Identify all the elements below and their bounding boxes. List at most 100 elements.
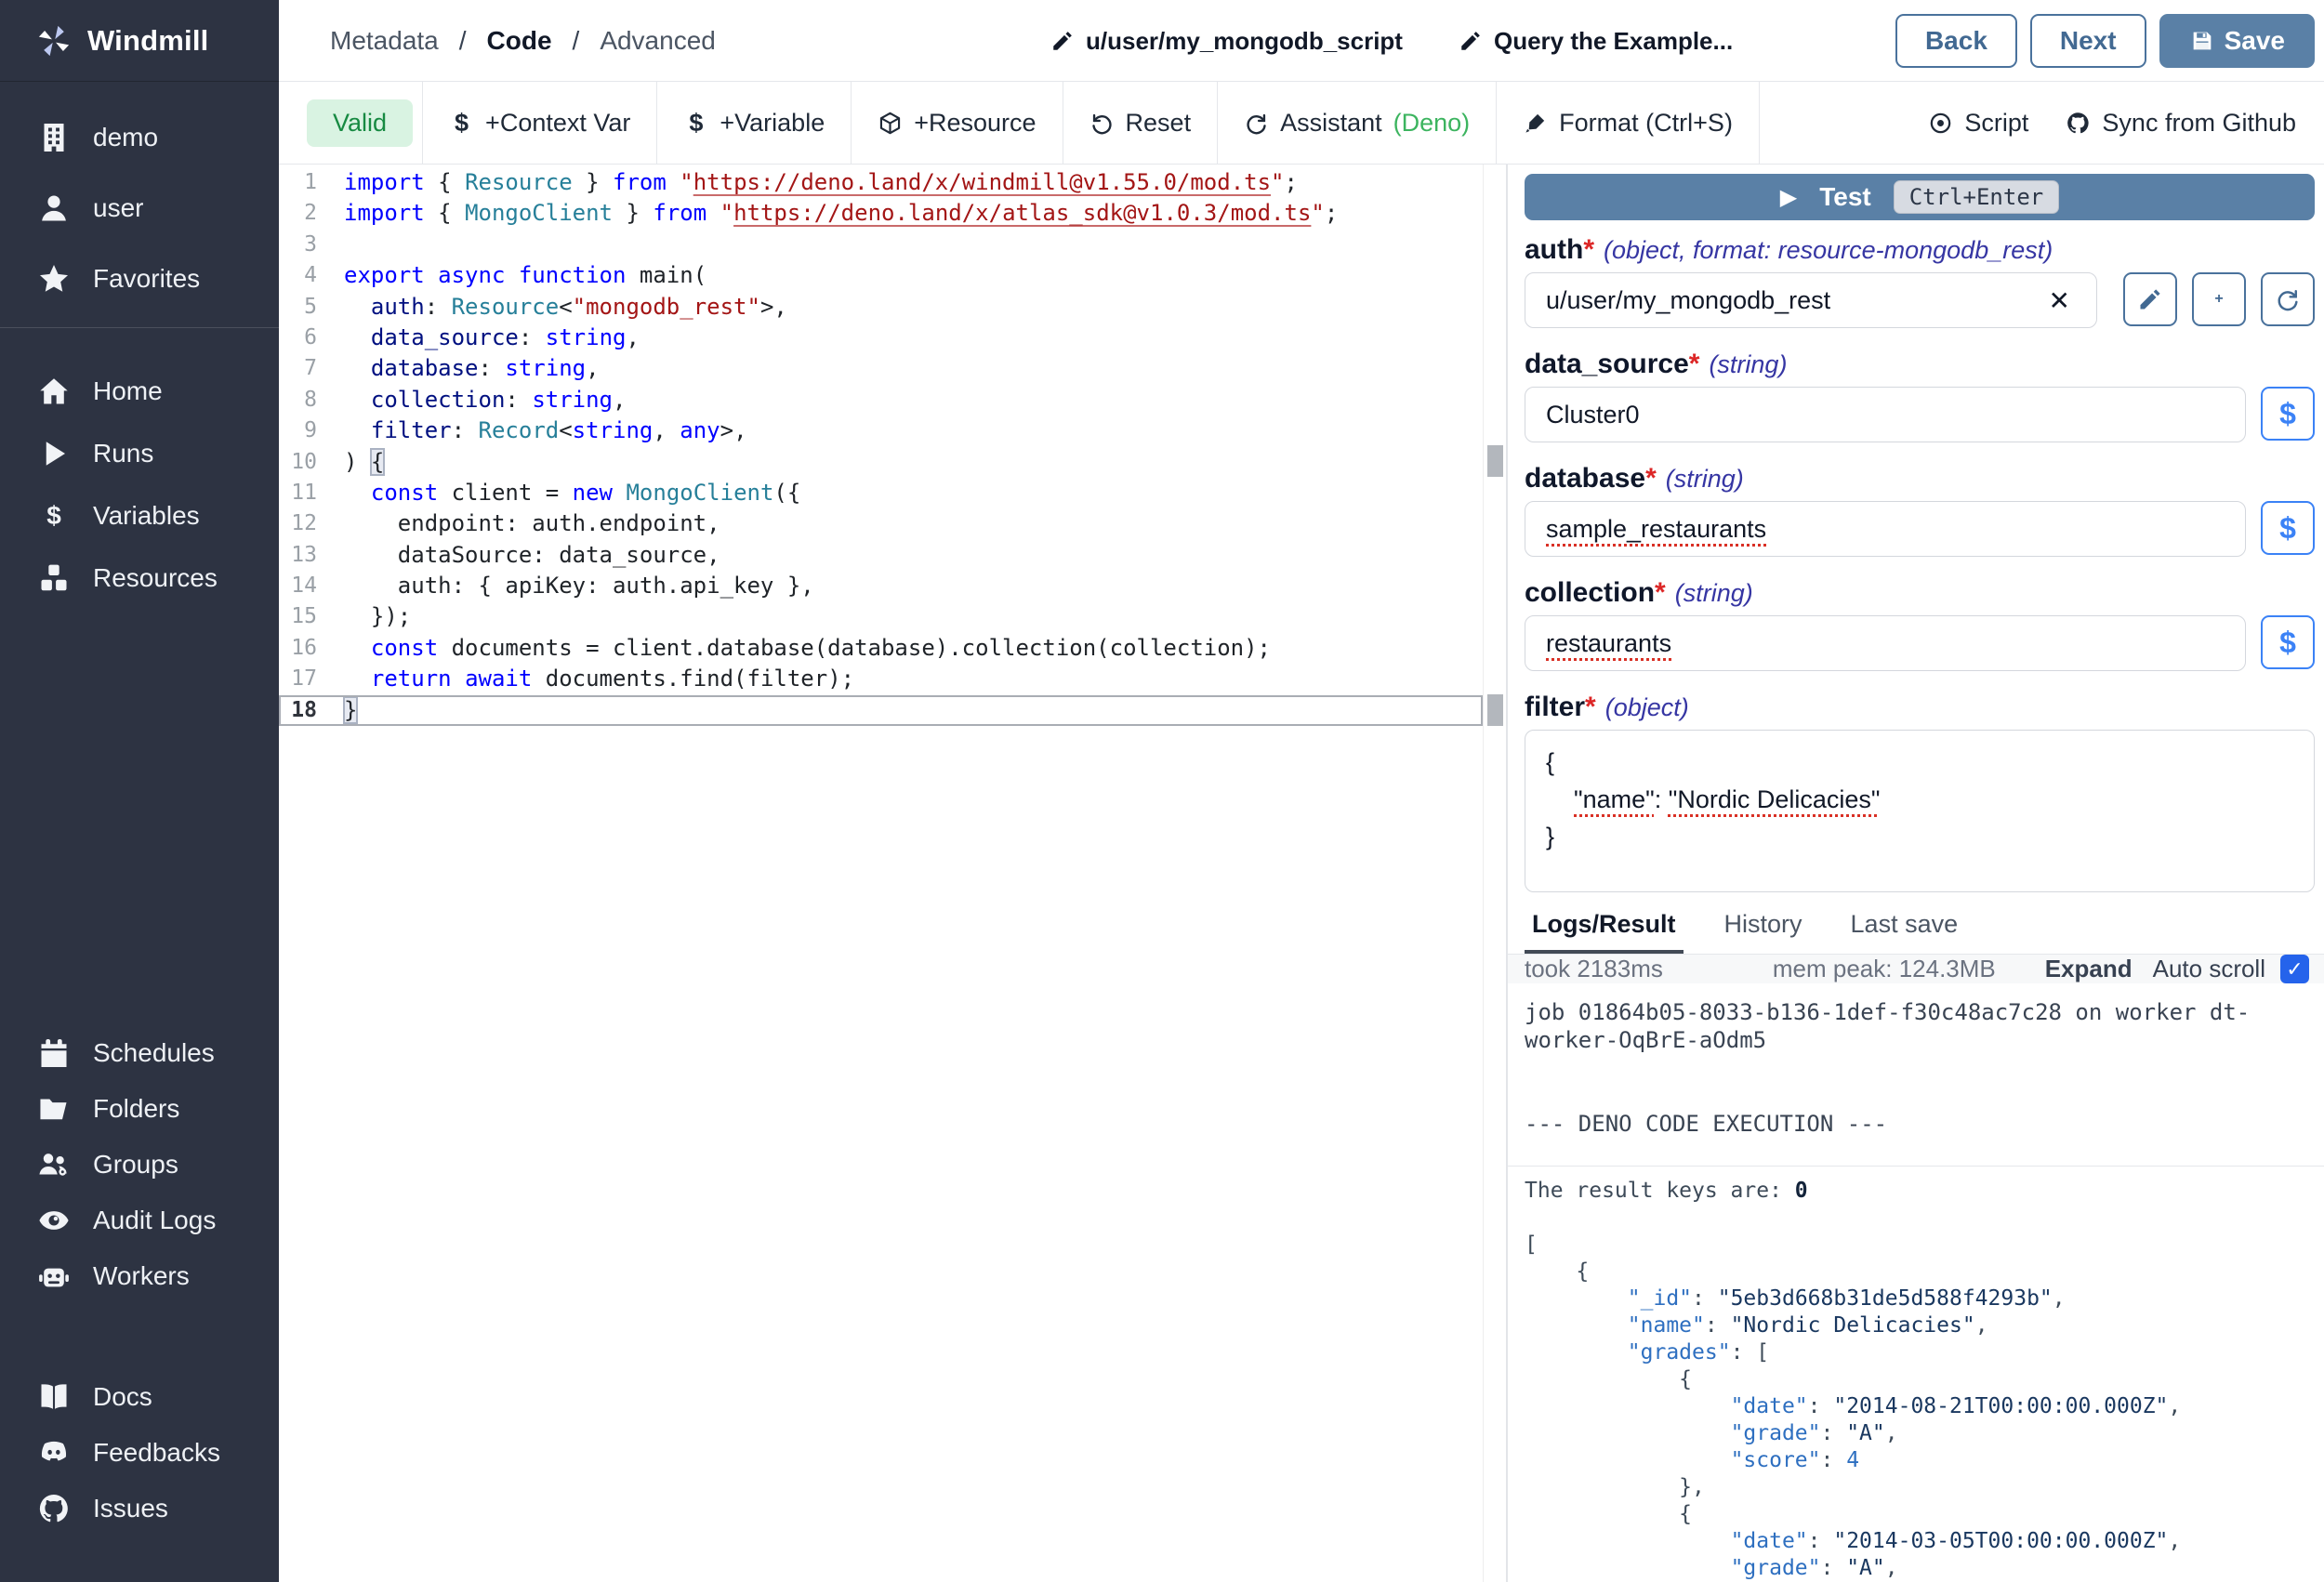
line-number: 13 [279,540,325,571]
workspace-logo[interactable]: Windmill [0,0,279,82]
code-line[interactable]: 16 const documents = client.database(dat… [279,633,1506,664]
toolbar-button-label: Script [1964,109,2028,138]
sidebar-item-variables[interactable]: $Variables [0,490,279,542]
toolbar-button-resource[interactable]: +Resource [852,95,1062,151]
breadcrumb-advanced[interactable]: Advanced [600,26,716,56]
insert-variable-button[interactable]: $ [2261,501,2315,555]
toolbar-button-sync-from-github[interactable]: Sync from Github [2066,95,2296,151]
line-number: 4 [279,260,325,291]
log-output[interactable]: job 01864b05-8033-b136-1def-f30c48ac7c28… [1508,983,2324,1167]
data_source-input[interactable]: Cluster0 [1525,387,2246,442]
result-json-line: "_id": "5eb3d668b31de5d588f4293b", [1525,1285,2307,1312]
resource-controls: + [2123,272,2315,328]
code-line[interactable]: 12 endpoint: auth.endpoint, [279,508,1506,539]
code-line[interactable]: 7 database: string, [279,353,1506,384]
calendar-icon [37,1036,71,1070]
reset-icon [1089,111,1115,136]
code-line[interactable]: 9 filter: Record<string, any>, [279,415,1506,446]
code-line[interactable]: 13 dataSource: data_source, [279,540,1506,571]
script-path[interactable]: u/user/my_mongodb_script [1050,27,1403,56]
code-line[interactable]: 6 data_source: string, [279,323,1506,353]
autoscroll-checkbox[interactable]: ✓ [2280,955,2309,983]
line-number: 2 [279,198,325,229]
back-button[interactable]: Back [1895,14,2017,68]
code-line[interactable]: 8 collection: string, [279,385,1506,415]
edit-resource-button[interactable] [2123,272,2177,326]
sidebar-item-feedbacks[interactable]: Feedbacks [0,1427,279,1479]
code-line[interactable]: 17 return await documents.find(filter); [279,664,1506,694]
field-control-row: u/user/my_mongodb_rest✕ + [1525,272,2315,328]
tab-history[interactable]: History [1717,910,1810,954]
cubes-icon [37,561,71,595]
tab-logs-result[interactable]: Logs/Result [1525,910,1684,954]
add-resource-button[interactable]: + [2192,272,2246,326]
code-line-content: dataSource: data_source, [325,540,720,571]
collection-input[interactable]: restaurants [1525,615,2246,671]
clear-resource-button[interactable]: ✕ [2043,285,2076,316]
sidebar-item-groups[interactable]: Groups [0,1139,279,1191]
toolbar-button-assistant[interactable]: Assistant(Deno) [1218,95,1496,151]
field-label: collection*(string) [1525,576,2315,610]
code-line[interactable]: 10) { [279,447,1506,478]
sidebar-item-home[interactable]: Home [0,365,279,417]
sidebar-group: DocsFeedbacksIssues [0,1371,279,1535]
code-line[interactable]: 2import { MongoClient } from "https://de… [279,198,1506,229]
code-line[interactable]: 3 [279,230,1506,260]
database-input[interactable]: sample_restaurants [1525,501,2246,557]
breadcrumb-code[interactable]: Code [487,26,552,56]
sidebar-item-user[interactable]: user [0,182,279,234]
sidebar-item-issues[interactable]: Issues [0,1483,279,1535]
sidebar-item-demo[interactable]: demo [0,112,279,164]
mem-peak: mem peak: 124.3MB [1773,955,1996,983]
toolbar-button-script[interactable]: Script [1928,95,2028,151]
expand-button[interactable]: Expand [2045,955,2133,983]
toolbar-button-context-var[interactable]: $+Context Var [423,95,656,151]
next-button[interactable]: Next [2030,14,2146,68]
toolbar-button-variable[interactable]: $+Variable [657,95,851,151]
sidebar: Windmill demo user Favorites Home Runs $Varia… [0,0,279,1582]
toolbar-button-reset[interactable]: Reset [1063,95,1218,151]
test-button[interactable]: ▶ Test Ctrl+Enter [1525,174,2315,220]
code-line[interactable]: 1import { Resource } from "https://deno.… [279,167,1506,198]
sidebar-item-audit-logs[interactable]: Audit Logs [0,1194,279,1246]
toolbar-button-label: Assistant [1280,109,1382,138]
sidebar-item-folders[interactable]: Folders [0,1083,279,1135]
refresh-icon [2275,286,2301,312]
tab-last-save[interactable]: Last save [1843,910,1966,954]
editor-overview-ruler[interactable] [1483,165,1506,1582]
script-identity: u/user/my_mongodb_script Query the Examp… [1050,0,1733,82]
insert-variable-button[interactable]: $ [2261,615,2315,669]
field-label: auth*(object, format: resource-mongodb_r… [1525,233,2315,267]
code-line[interactable]: 14 auth: { apiKey: auth.api_key }, [279,571,1506,601]
save-button[interactable]: Save [2159,14,2315,68]
script-summary[interactable]: Query the Example... [1459,27,1733,56]
code-editor[interactable]: 1import { Resource } from "https://deno.… [279,165,1506,1582]
result-output[interactable]: The result keys are: 0 [ { "_id": "5eb3d… [1508,1167,2324,1582]
sidebar-item-label: Home [93,376,163,406]
line-number: 16 [279,633,325,664]
refresh-resource-button[interactable] [2261,272,2315,326]
code-line[interactable]: 15 }); [279,601,1506,632]
filter-json-input[interactable]: { "name": "Nordic Delicacies"} [1525,730,2315,892]
sidebar-item-favorites[interactable]: Favorites [0,253,279,305]
code-line[interactable]: 5 auth: Resource<"mongodb_rest">, [279,292,1506,323]
code-line[interactable]: 4export async function main( [279,260,1506,291]
refresh-icon [1244,111,1269,136]
auth-input[interactable]: u/user/my_mongodb_rest✕ [1525,272,2097,328]
sidebar-item-label: Runs [93,439,153,468]
sidebar-item-docs[interactable]: Docs [0,1371,279,1423]
insert-variable-button[interactable]: $ [2261,387,2315,441]
run-status-strip: took 2183ms mem peak: 124.3MB Expand Aut… [1508,955,2324,983]
code-line[interactable]: 11 const client = new MongoClient({ [279,478,1506,508]
code-line[interactable]: 18} [279,695,1483,726]
sidebar-item-runs[interactable]: Runs [0,428,279,480]
sidebar-item-label: Schedules [93,1038,215,1068]
sidebar-item-resources[interactable]: Resources [0,552,279,604]
sidebar-item-schedules[interactable]: Schedules [0,1027,279,1079]
required-asterisk: * [1585,692,1596,722]
field-label: filter*(object) [1525,691,2315,724]
toolbar-button-format-ctrl-s[interactable]: Format (Ctrl+S) [1497,95,1759,151]
breadcrumb-metadata[interactable]: Metadata [330,26,439,56]
user-icon [37,191,71,225]
sidebar-item-workers[interactable]: Workers [0,1250,279,1302]
